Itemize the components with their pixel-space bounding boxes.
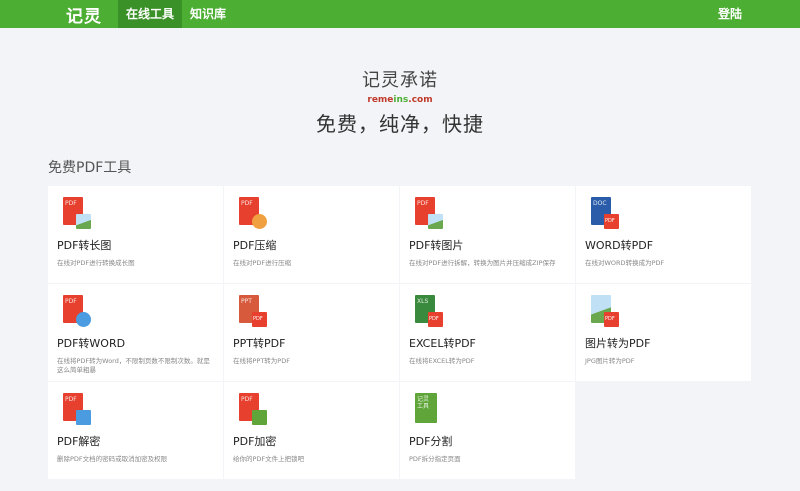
tool-name: 图片转为PDF: [585, 337, 651, 350]
pdf-split-icon: 记灵工具: [415, 393, 445, 425]
tool-name: PDF压缩: [233, 239, 277, 252]
image-to-pdf-icon: PDF: [591, 295, 621, 327]
tool-card-pdf-to-image[interactable]: PDF PDF转图片 在线对PDF进行拆解，转换为图片并压缩成ZIP保存: [400, 186, 575, 283]
domain-part-mid: ins: [393, 95, 409, 105]
login-link[interactable]: 登陆: [718, 0, 742, 28]
tool-name: PDF转长图: [57, 239, 112, 252]
hero-domain: remeins.com: [0, 95, 800, 105]
tool-card-excel-to-pdf[interactable]: XLS PDF EXCEL转PDF 在线将EXCEL转为PDF: [400, 284, 575, 381]
tool-card-ppt-to-pdf[interactable]: PPT PDF PPT转PDF 在线将PPT转为PDF: [224, 284, 399, 381]
tool-desc: 在线将PPT转为PDF: [233, 357, 290, 365]
pdf-to-word-icon: PDF: [63, 295, 93, 327]
domain-part-left: reme: [367, 95, 394, 105]
nav-knowledge-base[interactable]: 知识库: [182, 0, 234, 28]
tool-desc: 在线对PDF进行拆解，转换为图片并压缩成ZIP保存: [409, 259, 556, 267]
tool-name: PDF转图片: [409, 239, 464, 252]
hero-section: 记灵承诺 remeins.com 免费，纯净，快捷: [0, 66, 800, 137]
tool-card-pdf-encrypt[interactable]: PDF PDF加密 给你的PDF文件上把锁吧: [224, 382, 399, 479]
tool-desc: 在线对PDF进行压缩: [233, 259, 292, 267]
hero-title: 记灵承诺: [362, 70, 438, 91]
nav-online-tools[interactable]: 在线工具: [118, 0, 183, 28]
tool-name: PDF解密: [57, 435, 101, 448]
tool-card-image-to-pdf[interactable]: PDF 图片转为PDF JPG图片转为PDF: [576, 284, 751, 381]
tool-desc: PDF拆分指定页面: [409, 455, 461, 463]
ppt-to-pdf-icon: PPT PDF: [239, 295, 269, 327]
section-title: 免费PDF工具: [48, 160, 132, 176]
tool-card-pdf-to-long-image[interactable]: PDF PDF转长图 在线对PDF进行转换成长图: [48, 186, 223, 283]
pdf-compress-icon: PDF: [239, 197, 269, 229]
word-to-pdf-icon: DOC PDF: [591, 197, 621, 229]
site-logo[interactable]: 记灵: [66, 2, 102, 27]
tool-card-pdf-split[interactable]: 记灵工具 PDF分割 PDF拆分指定页面: [400, 382, 575, 479]
top-navbar: 记灵 在线工具 知识库 登陆: [0, 0, 800, 28]
tool-card-pdf-to-word[interactable]: PDF PDF转WORD 在线将PDF转为Word，不限制页数不限制次数。就是这…: [48, 284, 223, 381]
tool-card-word-to-pdf[interactable]: DOC PDF WORD转PDF 在线对WORD转换成为PDF: [576, 186, 751, 283]
tool-card-pdf-compress[interactable]: PDF PDF压缩 在线对PDF进行压缩: [224, 186, 399, 283]
hero-slogan: 免费，纯净，快捷: [316, 112, 484, 136]
pdf-to-long-image-icon: PDF: [63, 197, 93, 229]
tool-desc: 删除PDF文档的密码或取消加密及权限: [57, 455, 168, 463]
tool-card-pdf-decrypt[interactable]: PDF PDF解密 删除PDF文档的密码或取消加密及权限: [48, 382, 223, 479]
pdf-encrypt-icon: PDF: [239, 393, 269, 425]
domain-part-right: .com: [408, 95, 433, 105]
tool-desc: JPG图片转为PDF: [585, 357, 635, 365]
tool-desc: 给你的PDF文件上把锁吧: [233, 455, 305, 463]
tool-name: EXCEL转PDF: [409, 337, 476, 350]
main-nav: 在线工具 知识库: [118, 0, 234, 28]
tools-grid: PDF PDF转长图 在线对PDF进行转换成长图 PDF PDF压缩 在线对PD…: [48, 186, 751, 479]
excel-to-pdf-icon: XLS PDF: [415, 295, 445, 327]
tool-name: WORD转PDF: [585, 239, 654, 252]
tool-desc: 在线对WORD转换成为PDF: [585, 259, 665, 267]
tool-desc: 在线将PDF转为Word，不限制页数不限制次数。就是这么简单粗暴: [57, 357, 210, 374]
pdf-decrypt-icon: PDF: [63, 393, 93, 425]
tool-name: PDF加密: [233, 435, 277, 448]
tool-desc: 在线对PDF进行转换成长图: [57, 259, 135, 267]
tool-name: PDF转WORD: [57, 337, 126, 350]
tool-name: PDF分割: [409, 435, 453, 448]
tool-name: PPT转PDF: [233, 337, 286, 350]
pdf-to-image-icon: PDF: [415, 197, 445, 229]
tool-desc: 在线将EXCEL转为PDF: [409, 357, 475, 365]
